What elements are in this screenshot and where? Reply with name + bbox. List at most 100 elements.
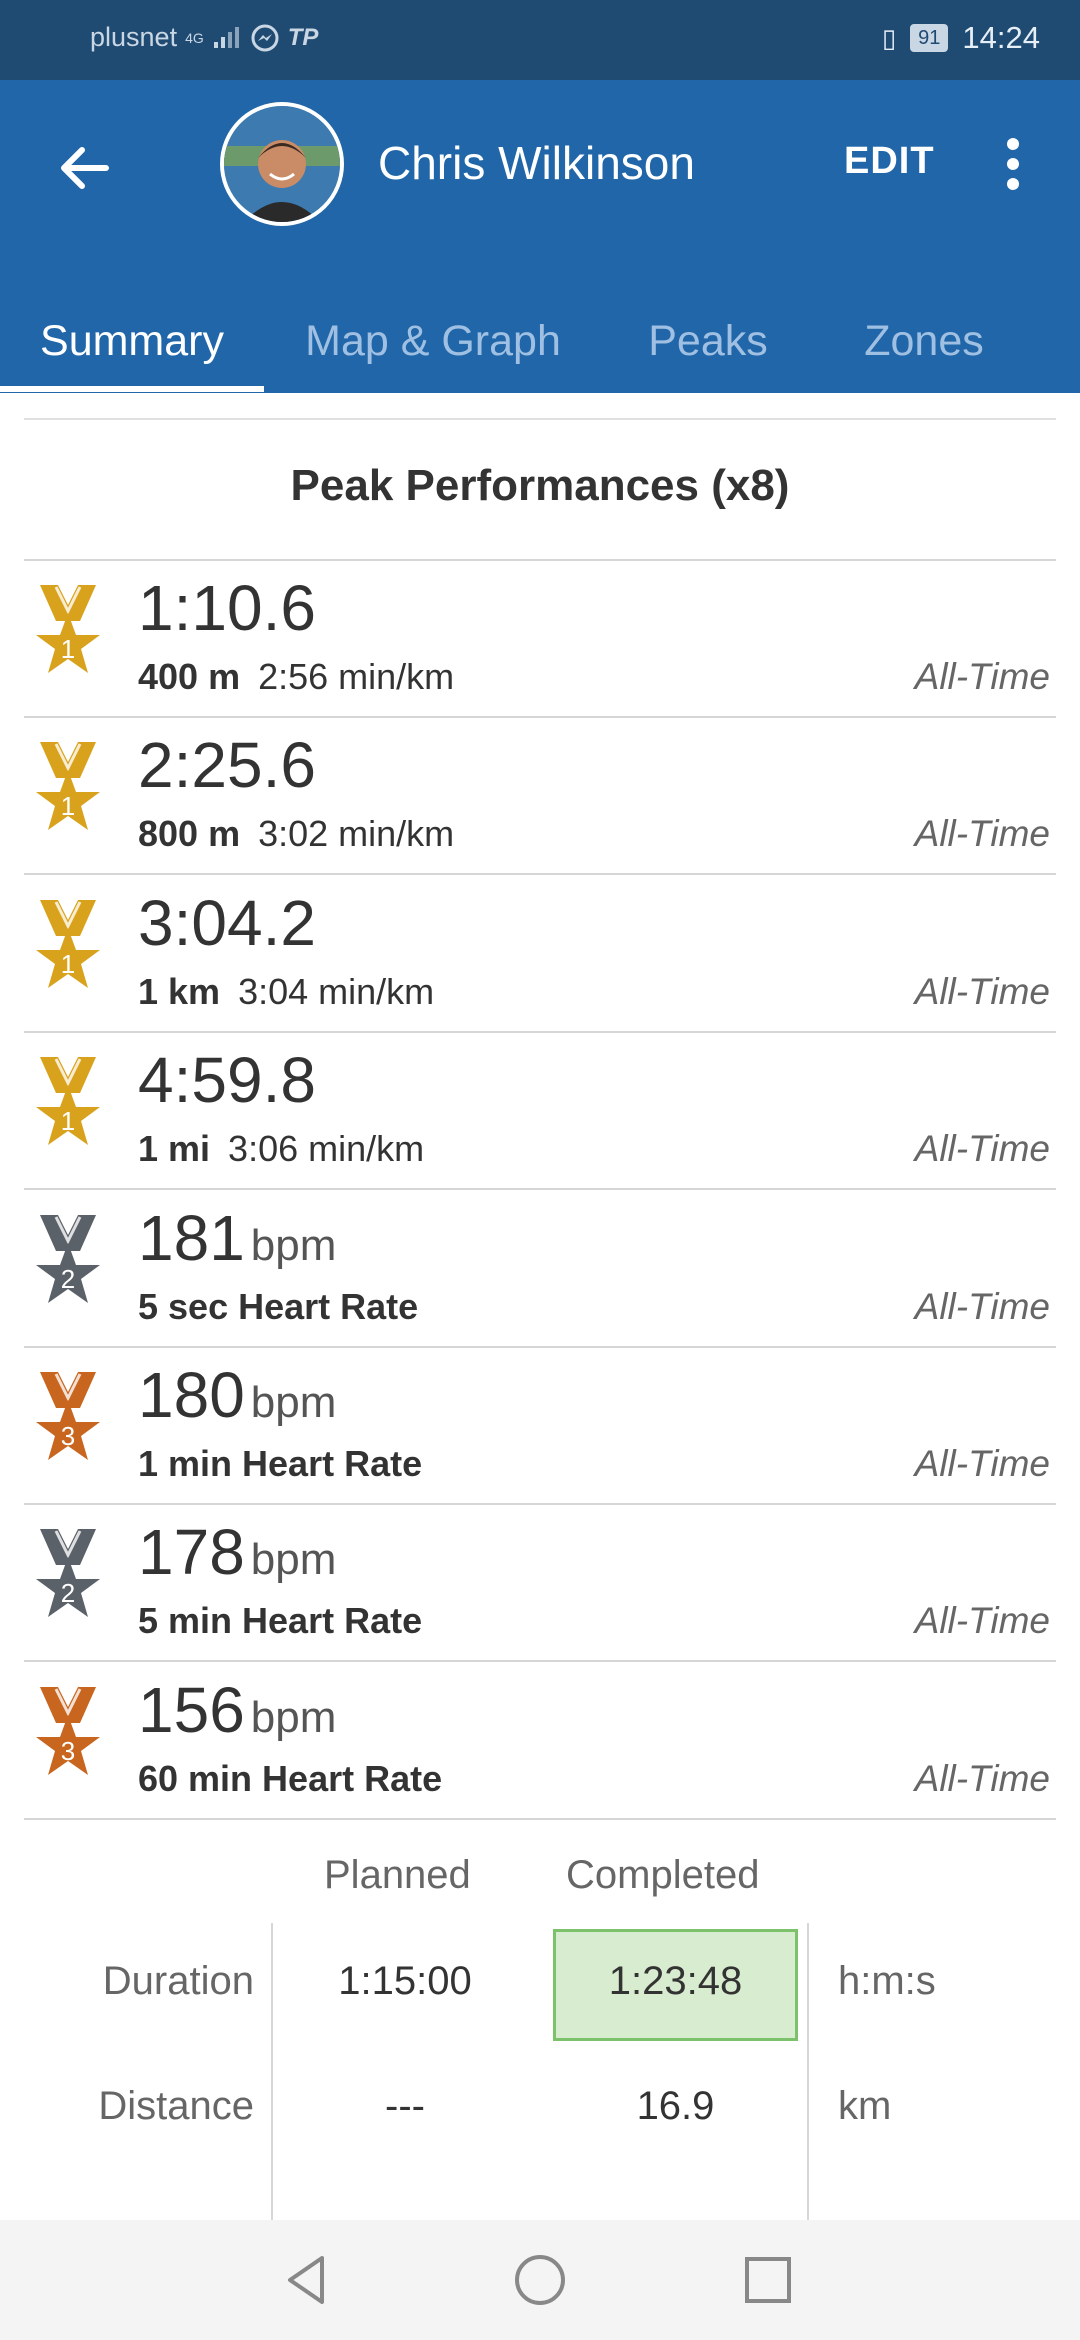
medal-rank: 1 xyxy=(61,634,75,664)
peak-value: 180 bpm xyxy=(138,1358,336,1432)
table-divider xyxy=(271,1923,273,2220)
summary-content[interactable]: Peak Performances (x8) 1 1:10.6 400 m 2:56 … xyxy=(0,393,1080,2220)
tab-peaks[interactable]: Peaks xyxy=(620,290,796,393)
peak-description: 5 min Heart Rate xyxy=(138,1600,422,1642)
medal-rank: 3 xyxy=(61,1736,75,1766)
duration-label: Duration xyxy=(102,1959,254,2003)
peak-row[interactable]: 1 1:10.6 400 m 2:56 min/km All-Time xyxy=(24,561,1056,718)
peak-value-number: 1:10.6 xyxy=(138,572,316,644)
peak-value: 156 bpm xyxy=(138,1673,336,1747)
nav-recents-icon[interactable] xyxy=(736,2248,800,2312)
peak-metric: 400 m xyxy=(138,656,241,697)
tab-bar: Summary Map & Graph Peaks Zones xyxy=(0,290,1080,393)
completed-duration[interactable]: 1:23:48 xyxy=(553,1959,798,2004)
duration-unit: h:m:s xyxy=(838,1959,936,2003)
peak-pace: 3:04 min/km xyxy=(238,970,435,1012)
tab-zones[interactable]: Zones xyxy=(830,290,1018,393)
peak-value-number: 178 xyxy=(138,1516,245,1589)
peak-row[interactable]: 1 2:25.6 800 m 3:02 min/km All-Time xyxy=(24,718,1056,876)
medal-rank: 2 xyxy=(61,1264,75,1294)
nav-back-icon[interactable] xyxy=(276,2248,340,2312)
peak-metric: 60 min Heart Rate xyxy=(138,1757,443,1799)
messenger-icon xyxy=(251,24,279,51)
more-options-icon[interactable] xyxy=(1003,138,1023,194)
peak-description: 60 min Heart Rate xyxy=(138,1758,442,1800)
network-type: 4G xyxy=(185,29,204,46)
medal-icon: 1 xyxy=(36,1057,100,1146)
planned-duration[interactable]: 1:15:00 xyxy=(300,1959,510,2004)
peak-description: 800 m 3:02 min/km xyxy=(138,813,454,855)
back-arrow-icon[interactable] xyxy=(52,136,116,200)
peak-value: 181 bpm xyxy=(138,1201,336,1275)
tab-map-graph[interactable]: Map & Graph xyxy=(270,290,596,393)
battery-icon: 91 xyxy=(910,24,949,52)
completed-distance[interactable]: 16.9 xyxy=(553,2084,798,2129)
peak-row[interactable]: 1 3:04.2 1 km 3:04 min/km All-Time xyxy=(24,876,1056,1033)
medal-rank: 1 xyxy=(61,949,75,979)
peak-value: 3:04.2 xyxy=(138,886,316,960)
peak-value-number: 156 xyxy=(138,1673,245,1746)
app-bar: Chris Wilkinson EDIT Summary Map & Graph… xyxy=(0,80,1080,393)
peak-description: 1 km 3:04 min/km xyxy=(138,971,434,1013)
peak-scope: All-Time xyxy=(914,656,1050,697)
distance-label: Distance xyxy=(98,2084,254,2128)
avatar[interactable] xyxy=(220,102,344,226)
status-bar: plusnet 4G TP ▯ 91 14:24 xyxy=(0,0,1080,80)
peak-value-number: 4:59.8 xyxy=(138,1044,316,1117)
medal-icon: 1 xyxy=(36,899,100,988)
medal-rank: 3 xyxy=(61,1421,75,1451)
peak-value-unit: bpm xyxy=(250,1220,337,1270)
medal-rank: 2 xyxy=(61,1578,75,1608)
peak-value-number: 181 xyxy=(138,1201,245,1274)
status-right: ▯ 91 14:24 xyxy=(882,20,1040,56)
peak-description: 1 min Heart Rate xyxy=(138,1443,422,1485)
peak-description: 5 sec Heart Rate xyxy=(138,1286,418,1328)
peak-value: 4:59.8 xyxy=(138,1043,316,1117)
peak-description: 1 mi 3:06 min/km xyxy=(138,1128,424,1170)
nav-home-icon[interactable] xyxy=(508,2248,572,2312)
peak-scope: All-Time xyxy=(914,1443,1050,1484)
medal-icon: 3 xyxy=(36,1686,100,1775)
planned-distance[interactable]: --- xyxy=(300,2084,510,2129)
medal-icon: 2 xyxy=(36,1529,100,1618)
peak-metric: 5 sec Heart Rate xyxy=(138,1285,419,1327)
completed-header: Completed xyxy=(566,1853,760,1897)
peak-pace: 3:06 min/km xyxy=(228,1128,425,1170)
peak-description: 400 m 2:56 min/km xyxy=(138,656,454,698)
active-tab-indicator xyxy=(0,386,264,392)
medal-rank: 1 xyxy=(61,791,75,821)
peak-value: 178 bpm xyxy=(138,1515,336,1589)
medal-icon: 1 xyxy=(36,742,100,831)
medal-icon: 2 xyxy=(36,1214,100,1303)
peak-value: 2:25.6 xyxy=(138,728,316,802)
distance-unit: km xyxy=(838,2084,892,2128)
peak-row[interactable]: 2 181 bpm 5 sec Heart Rate All-Time xyxy=(24,1191,1056,1348)
tab-summary[interactable]: Summary xyxy=(0,290,264,393)
peak-value: 1:10.6 xyxy=(138,571,316,645)
edit-button[interactable]: EDIT xyxy=(844,140,935,183)
peak-metric: 1 mi xyxy=(138,1128,211,1170)
system-nav-bar xyxy=(0,2220,1080,2340)
peak-scope: All-Time xyxy=(914,1128,1050,1170)
peak-row[interactable]: 3 180 bpm 1 min Heart Rate All-Time xyxy=(24,1348,1056,1505)
status-left: plusnet 4G TP xyxy=(90,22,318,53)
peak-scope: All-Time xyxy=(914,970,1050,1012)
signal-icon xyxy=(213,26,239,48)
peak-row[interactable]: 3 156 bpm 60 min Heart Rate All-Time xyxy=(24,1663,1056,1820)
peak-value-unit: bpm xyxy=(250,1692,337,1742)
peak-value-number: 180 xyxy=(138,1359,245,1431)
divider xyxy=(24,418,1056,420)
peak-row[interactable]: 2 178 bpm 5 min Heart Rate All-Time xyxy=(24,1505,1056,1663)
peak-metric: 5 min Heart Rate xyxy=(138,1600,423,1642)
peak-metric: 800 m xyxy=(138,813,241,855)
peak-value-unit: bpm xyxy=(250,1535,337,1585)
peak-performances-title: Peak Performances (x8) xyxy=(290,461,790,510)
peak-scope: All-Time xyxy=(914,1600,1050,1642)
peak-value-unit: bpm xyxy=(250,1378,337,1427)
peak-row[interactable]: 1 4:59.8 1 mi 3:06 min/km All-Time xyxy=(24,1033,1056,1191)
app-notification-icon: TP xyxy=(287,23,319,51)
carrier-name: plusnet xyxy=(90,22,178,52)
peak-pace: 3:02 min/km xyxy=(258,813,455,855)
peak-metric: 1 km xyxy=(138,970,221,1012)
peak-metric: 1 min Heart Rate xyxy=(138,1443,423,1484)
